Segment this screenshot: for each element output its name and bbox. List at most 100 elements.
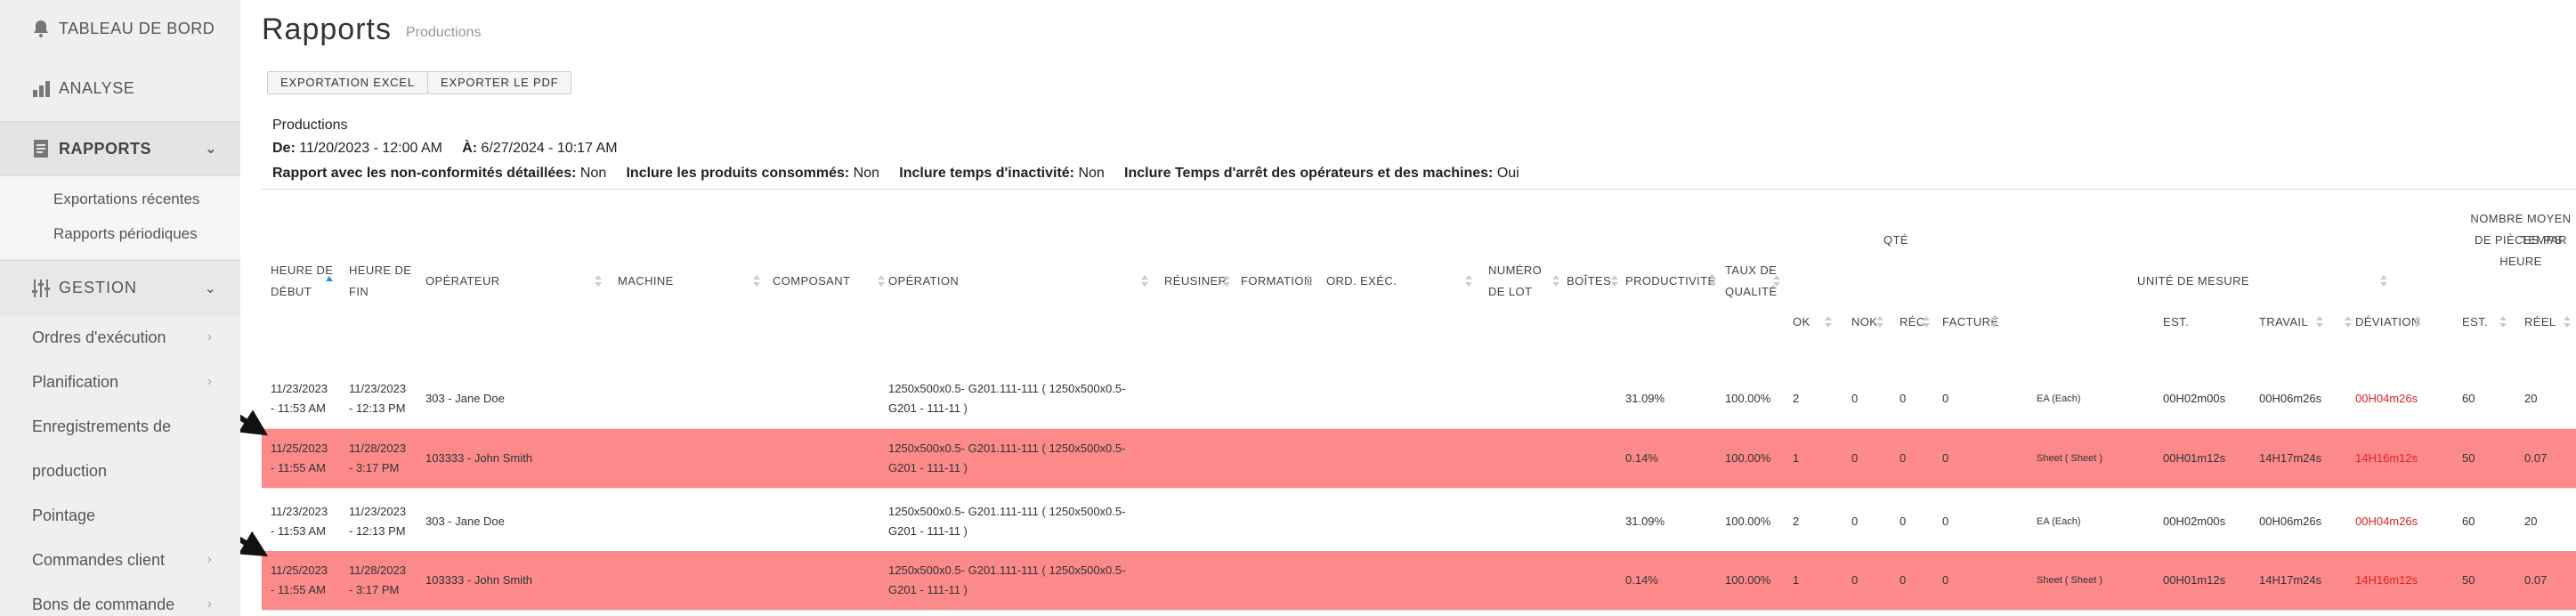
sort-icon[interactable] — [1141, 275, 1148, 288]
sort-asc-icon[interactable] — [326, 276, 333, 281]
sort-icon[interactable] — [2380, 275, 2387, 288]
from-value: 11/20/2023 - 12:00 AM — [299, 141, 442, 156]
page-subtitle: Productions — [406, 25, 482, 40]
col-productivity[interactable]: PRODUCTIVITÉ — [1625, 271, 1716, 292]
subitem-periodic-reports[interactable]: Rapports périodiques — [53, 216, 240, 251]
sort-icon[interactable] — [1923, 316, 1930, 328]
cell-operation: 1250x500x0.5- G201.111-111 ( 1250x500x0.… — [888, 382, 1126, 415]
col-order[interactable]: ORD. EXÉC. — [1326, 271, 1397, 292]
cell-work: 14H17m24s — [2259, 451, 2322, 465]
chevron-right-icon: › — [207, 596, 212, 612]
col-component[interactable]: COMPOSANT — [773, 271, 850, 292]
downtime-label: Inclure Temps d'arrêt des opérateurs et … — [1124, 166, 1494, 181]
sort-icon[interactable] — [2499, 316, 2507, 328]
cell-quality: 100.00% — [1725, 515, 1771, 528]
nav-reports[interactable]: RAPPORTS ⌄ — [0, 121, 240, 176]
table-row[interactable]: 11/23/2023 - 11:53 AM 11/23/2023 - 12:13 … — [262, 369, 2576, 428]
sort-icon[interactable] — [1773, 275, 1780, 288]
downtime-value: Oui — [1496, 166, 1519, 181]
col-rework[interactable]: RÉUSINER — [1164, 271, 1227, 292]
sidebar-item-production-records[interactable]: Enregistrements de production — [0, 404, 178, 493]
col-boxes[interactable]: BOÎTES — [1567, 271, 1611, 292]
nav-management-label: GESTION — [59, 279, 138, 296]
cell-end: 11/28/2023 - 3:17 PM — [349, 563, 407, 596]
cell-nok: 0 — [1851, 451, 1859, 465]
sort-icon[interactable] — [1223, 275, 1230, 288]
sidebar-item-planning[interactable]: Planification › — [0, 360, 240, 404]
sort-icon[interactable] — [2564, 316, 2571, 328]
consumed-label: Inclure les produits consommés: — [626, 166, 850, 181]
cell-nok: 0 — [1851, 515, 1859, 528]
nav-analysis[interactable]: ANALYSE — [0, 57, 240, 119]
col-training[interactable]: FORMATION — [1241, 271, 1313, 292]
col-operator[interactable]: OPÉRATEUR — [425, 271, 500, 292]
sort-icon[interactable] — [1465, 275, 1472, 288]
main-content: Rapports Productions EXPORTATION EXCEL E… — [240, 0, 2576, 616]
sort-icon[interactable] — [1709, 275, 1716, 288]
sort-icon[interactable] — [753, 275, 760, 288]
cell-billed: 0 — [1942, 573, 1949, 587]
col-avg-real[interactable]: RÉEL — [2524, 312, 2556, 333]
arrow-icon — [240, 531, 269, 557]
sort-icon[interactable] — [1990, 316, 1997, 328]
table-row-nonconform[interactable]: 11/25/2023 - 11:55 AM 11/28/2023 - 3:17 P… — [262, 551, 2576, 610]
export-excel-button[interactable]: EXPORTATION EXCEL — [267, 71, 428, 94]
cell-billed: 0 — [1942, 515, 1949, 528]
sidebar-item-label: Enregistrements de production — [32, 417, 172, 480]
cell-end: 11/28/2023 - 3:17 PM — [349, 442, 407, 474]
cell-ok: 1 — [1793, 451, 1800, 465]
export-pdf-button[interactable]: EXPORTER LE PDF — [427, 71, 572, 94]
table-row[interactable]: 11/23/2023 - 11:53 AM 11/23/2023 - 12:13 … — [262, 492, 2576, 551]
sidebar-item-execution-orders[interactable]: Ordres d'exécution › — [0, 315, 240, 360]
col-unit[interactable]: UNITÉ DE MESURE — [2012, 271, 2375, 292]
sidebar-item-purchase-orders[interactable]: Bons de commande › — [0, 582, 240, 616]
nav-reports-label: RAPPORTS — [59, 139, 152, 158]
col-operation[interactable]: OPÉRATION — [888, 271, 959, 292]
chevron-right-icon: › — [207, 329, 212, 344]
col-deviation[interactable]: DÉVIATION — [2355, 312, 2420, 333]
col-lot[interactable]: NUMÉRO DE LOT — [1488, 260, 1551, 303]
sort-icon[interactable] — [2316, 316, 2323, 328]
cell-quality: 100.00% — [1725, 573, 1771, 587]
sort-icon[interactable] — [2414, 316, 2421, 328]
chevron-right-icon: › — [207, 552, 212, 567]
sidebar-item-label: Planification — [32, 372, 119, 391]
nav-dashboard[interactable]: TABLEAU DE BORD — [0, 0, 240, 57]
report-name: Productions — [272, 118, 348, 133]
cell-avg-real: 20 — [2524, 392, 2538, 405]
sort-icon[interactable] — [1611, 275, 1618, 288]
cell-nok: 0 — [1851, 573, 1859, 587]
col-end[interactable]: HEURE DE FIN — [349, 260, 413, 303]
row-divider — [262, 610, 2576, 611]
sort-icon[interactable] — [1876, 316, 1883, 328]
sidebar-item-customer-orders[interactable]: Commandes client › — [0, 538, 240, 582]
cell-deviation: 14H16m12s — [2355, 451, 2418, 465]
col-ok[interactable]: OK — [1793, 312, 1810, 333]
to-label: À: — [462, 141, 478, 156]
col-avg-est[interactable]: EST. — [2462, 312, 2488, 333]
cell-productivity: 0.14% — [1625, 573, 1658, 587]
col-nok[interactable]: NOK — [1851, 312, 1877, 333]
chevron-down-icon[interactable]: ⌄ — [205, 280, 217, 297]
header-divider — [262, 189, 2576, 190]
sort-icon[interactable] — [2345, 316, 2352, 328]
nav-management[interactable]: GESTION ⌄ — [0, 260, 240, 315]
subitem-recent-exports[interactable]: Exportations récentes — [53, 182, 240, 216]
col-machine[interactable]: MACHINE — [618, 271, 674, 292]
table-row-nonconform[interactable]: 11/25/2023 - 11:55 AM 11/28/2023 - 3:17 P… — [262, 429, 2576, 488]
page-title: Rapports — [262, 12, 392, 46]
sort-icon[interactable] — [878, 275, 885, 288]
sidebar-item-label: Pointage — [32, 506, 96, 524]
col-work[interactable]: TRAVAIL — [2259, 312, 2308, 333]
sort-icon[interactable] — [1825, 316, 1832, 328]
sliders-icon — [32, 279, 50, 297]
sort-icon[interactable] — [1305, 275, 1312, 288]
chevron-down-icon[interactable]: ⌄ — [205, 140, 217, 158]
sort-icon[interactable] — [1552, 275, 1559, 288]
sort-icon[interactable] — [595, 275, 602, 288]
sidebar-item-timesheet[interactable]: Pointage — [0, 493, 240, 538]
cell-avg-est: 50 — [2462, 451, 2475, 465]
col-start[interactable]: HEURE DE DÉBUT — [271, 260, 335, 303]
col-est[interactable]: EST. — [2163, 312, 2189, 333]
cell-avg-real: 20 — [2524, 515, 2538, 528]
